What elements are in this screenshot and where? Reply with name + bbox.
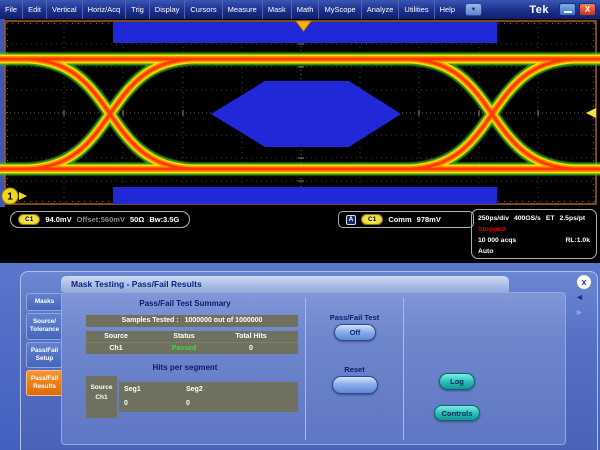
seg2-label: Seg2 [186,384,298,398]
trigger-level: 978mV [417,215,441,224]
seg1-value: 0 [124,398,186,412]
trigger-a-badge: A [346,215,356,225]
row-blank [280,343,298,354]
samples-tested-value: 1000000 out of 1000000 [185,317,263,324]
divider [403,298,404,440]
menu-display[interactable]: Display [150,0,186,19]
menu-bar: File Edit Vertical Horiz/Acq Trig Displa… [0,0,600,19]
seg2-value: 0 [186,398,298,412]
segment-source-value: Ch1 [86,393,117,403]
acq-mode: ET [546,213,555,224]
menu-cursors[interactable]: Cursors [185,0,222,19]
mask-testing-dialog: Mask Testing - Pass/Fail Results x ◄ ► M… [20,271,598,450]
segment-source-cell: Source Ch1 [86,376,117,418]
menu-utilities[interactable]: Utilities [399,0,434,19]
menu-vertical[interactable]: Vertical [47,0,83,19]
col-total-hits: Total Hits [222,331,280,343]
passfail-test-button[interactable]: Off [334,324,376,341]
ch1-termination: 50Ω [130,215,144,224]
ch1-offset: Offset:560mV [77,215,125,224]
c1-badge: C1 [18,214,40,225]
tek-logo: Tek [529,0,549,19]
passfail-summary-section: Pass/Fail Test Summary Samples Tested : … [65,299,305,422]
seg1-label: Seg1 [124,384,186,398]
segments-table: Source Ch1 Seg1 Seg2 0 0 [86,376,305,422]
row-status: Passed [146,343,222,354]
dialog-tabs: Masks Source/ Tolerance Pass/Fail Setup … [26,293,63,398]
menu-edit[interactable]: Edit [23,0,47,19]
timebase: 250ps/div [478,213,509,224]
status-bar: C1 94.0mV Offset:560mV 50Ω Bw:3.5G A C1 … [0,207,600,263]
trigger-c1-badge: C1 [361,214,383,225]
menu-myscope[interactable]: MyScope [319,0,361,19]
nav-left-icon[interactable]: ◄ [575,292,584,302]
sample-rate: 400GS/s [514,213,541,224]
summary-table: Source Status Total Hits Ch1 Passed 0 [86,331,298,354]
acquisition-count: 10 000 acqs [478,235,516,246]
dialog-title: Mask Testing - Pass/Fail Results [61,276,509,292]
control-window-area: Mask Testing - Pass/Fail Results x ◄ ► M… [0,263,600,450]
log-button[interactable]: Log [439,373,475,390]
horizontal-readout[interactable]: 250ps/div 400GS/s ET 2.5ps/pt Stopped 10… [471,209,597,259]
chevron-down-icon[interactable]: ▼ [465,3,482,16]
trigger-readout[interactable]: A C1 Comm 978mV [338,211,474,228]
close-icon[interactable]: X [579,3,596,16]
samples-tested-label: Samples Tested : [122,317,179,324]
eye-diagram-graticule: 1 [0,19,600,207]
row-total-hits: 0 [222,343,280,354]
acquisition-state: Stopped [478,224,590,235]
menu-horiz-acq[interactable]: Horiz/Acq [83,0,127,19]
ch1-readout[interactable]: C1 94.0mV Offset:560mV 50Ω Bw:3.5G [10,211,190,228]
tab-source-tolerance[interactable]: Source/ Tolerance [26,313,63,339]
menu-measure[interactable]: Measure [223,0,263,19]
samples-tested-bar: Samples Tested : 1000000 out of 1000000 [86,315,298,327]
hits-per-segment-heading: Hits per segment [65,363,305,372]
minimize-icon[interactable] [559,3,576,16]
passfail-test-label: Pass/Fail Test [306,313,403,322]
menubar-spacer [482,0,529,19]
menu-math[interactable]: Math [292,0,320,19]
nav-right-icon[interactable]: ► [575,307,584,317]
tab-passfail-results[interactable]: Pass/Fail Results [26,370,63,396]
menu-mask[interactable]: Mask [263,0,292,19]
col-blank [280,331,298,343]
menu-help[interactable]: Help [435,0,460,19]
col-source: Source [86,331,146,343]
tab-masks[interactable]: Masks [26,293,63,311]
ch1-bandwidth: Bw:3.5G [149,215,179,224]
channel-1-label: 1 [7,192,13,203]
segment-values-cell: Seg1 Seg2 0 0 [119,382,298,412]
menu-file[interactable]: File [0,0,23,19]
reset-label: Reset [306,365,403,374]
row-source: Ch1 [86,343,146,354]
waveform-display: 1 [0,19,600,207]
dialog-close-icon[interactable]: x [576,274,592,290]
menu-analyze[interactable]: Analyze [362,0,400,19]
mask-segment-bottom [113,187,497,204]
trigger-mode: Auto [478,246,590,257]
col-status: Status [146,331,222,343]
tab-passfail-setup[interactable]: Pass/Fail Setup [26,342,63,368]
record-length: RL:1.0k [565,235,590,246]
ch1-scale: 94.0mV [45,215,71,224]
controls-button[interactable]: Controls [434,405,480,421]
segment-source-label: Source [86,383,117,393]
resolution: 2.5ps/pt [560,213,586,224]
trigger-coupling: Comm [388,215,411,224]
reset-button[interactable] [332,376,378,394]
summary-heading: Pass/Fail Test Summary [65,299,305,308]
dialog-content: Pass/Fail Test Summary Samples Tested : … [61,292,566,445]
menu-trig[interactable]: Trig [126,0,150,19]
minimize-bar [564,11,572,13]
